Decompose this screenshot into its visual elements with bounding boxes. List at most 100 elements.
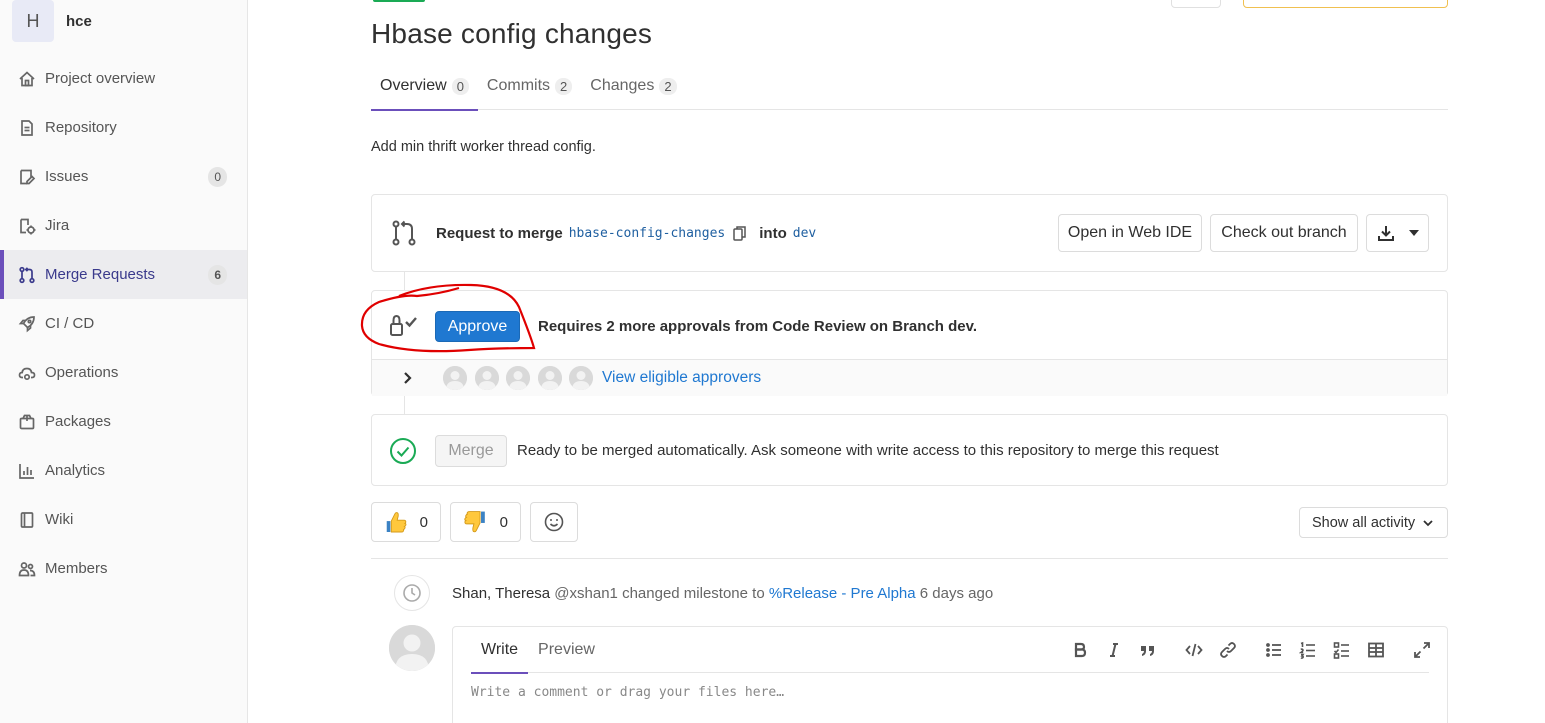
view-eligible-approvers-link[interactable]: View eligible approvers (602, 369, 761, 387)
quote-icon[interactable] (1139, 641, 1157, 659)
merge-request-summary: Request to merge hbase-config-changes in… (436, 225, 822, 242)
home-icon (18, 70, 36, 88)
sidebar-item-operations[interactable]: Operations (0, 348, 247, 397)
sidebar-item-repository[interactable]: Repository (0, 103, 247, 152)
project-name[interactable]: hce (66, 13, 92, 30)
avatar[interactable] (443, 366, 467, 390)
approvals-row: Approve Requires 2 more approvals from C… (372, 291, 1447, 359)
issues-icon (18, 168, 36, 186)
open-web-ide-button[interactable]: Open in Web IDE (1058, 214, 1202, 252)
merge-widget: Merge Ready to be merged automatically. … (371, 414, 1448, 486)
thumbs-up-count: 0 (419, 513, 428, 531)
avatar[interactable] (474, 366, 499, 390)
task-list-icon[interactable] (1333, 641, 1351, 659)
activity-filter-dropdown[interactable]: Show all activity (1299, 507, 1448, 538)
chevron-down-icon (1408, 230, 1419, 236)
jira-icon (18, 217, 36, 235)
project-avatar: H (12, 0, 54, 42)
markdown-toolbar (1055, 641, 1431, 659)
eligible-approvers-row[interactable]: View eligible approvers (372, 359, 1447, 396)
document-icon (18, 119, 36, 137)
into-label: into (759, 225, 787, 242)
sidebar-item-label: Project overview (45, 70, 156, 87)
sidebar: H hce Project overview Repository Issues… (0, 0, 248, 723)
status-badge (373, 0, 425, 2)
sidebar-item-issues[interactable]: Issues 0 (0, 152, 247, 201)
users-icon (18, 560, 36, 578)
bullet-list-icon[interactable] (1265, 641, 1283, 659)
note-handle[interactable]: @xshan1 (554, 585, 618, 602)
sidebar-item-ci-cd[interactable]: CI / CD (0, 299, 247, 348)
milestone-link[interactable]: %Release - Pre Alpha (769, 585, 916, 602)
approve-button[interactable]: Approve (435, 311, 520, 342)
header-dropdown-button[interactable] (1243, 0, 1448, 8)
tab-write[interactable]: Write (471, 627, 529, 674)
sidebar-item-label: CI / CD (45, 315, 95, 332)
chart-icon (18, 462, 36, 480)
project-header[interactable]: H hce (12, 0, 92, 42)
request-prefix: Request to merge (436, 225, 563, 242)
source-branch-link[interactable]: hbase-config-changes (569, 226, 726, 241)
download-icon (1377, 226, 1394, 241)
comment-textarea[interactable]: Write a comment or drag your files here… (471, 685, 784, 700)
check-out-branch-button[interactable]: Check out branch (1210, 214, 1358, 252)
comment-form: Write Preview Write a comment or drag yo… (452, 626, 1448, 723)
header-action-button[interactable] (1171, 0, 1221, 8)
sidebar-item-project-overview[interactable]: Project overview (0, 54, 247, 103)
avatar[interactable] (506, 366, 530, 390)
add-reaction-button[interactable] (530, 502, 578, 542)
smiley-icon (544, 512, 564, 532)
target-branch-link[interactable]: dev (793, 226, 816, 241)
chevron-right-icon[interactable] (402, 371, 414, 385)
tab-count-badge: 2 (555, 77, 573, 95)
avatar[interactable] (389, 625, 435, 671)
merge-request-icon (392, 220, 416, 246)
system-note: Shan, Theresa @xshan1 changed milestone … (452, 585, 993, 602)
link-icon[interactable] (1219, 641, 1237, 659)
merge-button[interactable]: Merge (435, 435, 507, 467)
sidebar-item-members[interactable]: Members (0, 544, 247, 593)
tab-count-badge: 2 (659, 77, 677, 95)
sidebar-item-wiki[interactable]: Wiki (0, 495, 247, 544)
page-title: Hbase config changes (371, 18, 653, 49)
sidebar-item-label: Analytics (45, 462, 106, 479)
italic-icon[interactable] (1105, 641, 1123, 659)
mr-description: Add min thrift worker thread config. (371, 139, 596, 155)
fullscreen-icon[interactable] (1413, 641, 1431, 659)
tab-label: Commits (486, 77, 551, 94)
widget-connector (404, 272, 405, 290)
note-author[interactable]: Shan, Theresa (452, 585, 550, 602)
issues-count-badge: 0 (208, 166, 227, 187)
thumbs-down-icon (464, 511, 485, 533)
tab-count-badge: 0 (451, 77, 469, 95)
thumbs-up-award-button[interactable]: 0 (371, 502, 441, 542)
tab-commits[interactable]: Commits 2 (478, 62, 581, 110)
tab-changes[interactable]: Changes 2 (581, 62, 685, 110)
tab-label: Changes (590, 77, 655, 94)
avatar[interactable] (569, 366, 593, 390)
copy-icon[interactable] (733, 225, 747, 242)
thumbs-down-award-button[interactable]: 0 (450, 502, 521, 542)
tab-overview[interactable]: Overview 0 (371, 62, 478, 111)
sidebar-item-label: Operations (45, 364, 119, 381)
table-icon[interactable] (1367, 641, 1385, 659)
note-action: changed milestone to (622, 585, 765, 602)
mr-widget-header: Request to merge hbase-config-changes in… (371, 194, 1448, 272)
widget-connector (404, 396, 405, 414)
bold-icon[interactable] (1071, 641, 1089, 659)
tab-preview[interactable]: Preview (528, 627, 605, 673)
approver-avatars (443, 366, 601, 390)
thumbs-up-icon (386, 512, 407, 533)
sidebar-item-merge-requests[interactable]: Merge Requests 6 (0, 250, 247, 299)
sidebar-item-analytics[interactable]: Analytics (0, 446, 247, 495)
download-dropdown-button[interactable] (1366, 214, 1429, 252)
code-icon[interactable] (1185, 641, 1203, 659)
sidebar-item-label: Repository (45, 119, 117, 136)
rocket-icon (18, 315, 36, 333)
numbered-list-icon[interactable] (1299, 641, 1317, 659)
cloud-gear-icon (18, 364, 36, 382)
sidebar-item-jira[interactable]: Jira (0, 201, 247, 250)
avatar[interactable] (537, 366, 562, 390)
mr-tabs: Overview 0 Commits 2 Changes 2 (371, 62, 1448, 111)
sidebar-item-packages[interactable]: Packages (0, 397, 247, 446)
